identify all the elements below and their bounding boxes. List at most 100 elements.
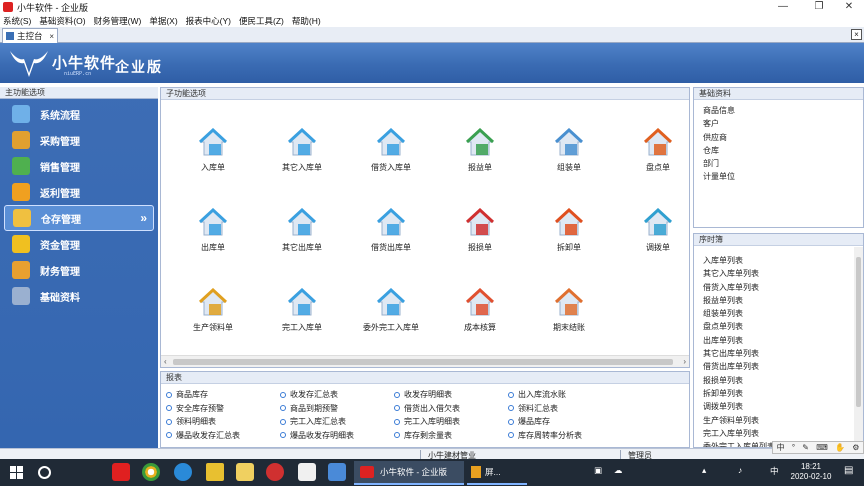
function-other-stock-in[interactable]: 其它入库单 <box>262 127 342 173</box>
tab-close-icon[interactable]: × <box>49 32 54 41</box>
journal-item[interactable]: 生产领料单列表 <box>703 414 863 427</box>
function-outsource-stock-in[interactable]: 委外完工入库单 <box>351 287 431 333</box>
vertical-scrollbar[interactable] <box>854 247 863 447</box>
journal-item[interactable]: 入库单列表 <box>703 254 863 267</box>
browser-app-icon[interactable] <box>266 463 284 481</box>
tray-app-icon[interactable]: ▣ <box>594 465 602 476</box>
function-period-close[interactable]: 期末结账 <box>529 287 609 333</box>
journal-item[interactable]: 出库单列表 <box>703 334 863 347</box>
basic-data-item[interactable]: 客户 <box>703 117 863 130</box>
notes-app-icon[interactable] <box>236 463 254 481</box>
report-link[interactable]: 安全库存预警 <box>166 403 224 414</box>
nav-item-flow[interactable]: 系统流程 <box>0 101 158 127</box>
pinned-app-icon[interactable] <box>112 463 130 481</box>
tab-main-console[interactable]: 主控台 × <box>2 28 58 43</box>
basic-data-item[interactable]: 供应商 <box>703 131 863 144</box>
nav-item-fund[interactable]: 资金管理 <box>0 231 158 257</box>
nav-item-purchase[interactable]: 采购管理 <box>0 127 158 153</box>
ime-punct-icon[interactable]: ° <box>792 443 795 452</box>
chrome-icon[interactable] <box>142 463 160 481</box>
report-link[interactable]: 商品库存 <box>166 389 208 400</box>
function-cost-accounting[interactable]: 成本核算 <box>440 287 520 333</box>
menu-documents[interactable]: 单据(X) <box>149 15 177 27</box>
restore-button[interactable]: ❐ <box>804 0 834 14</box>
function-stock-out[interactable]: 出库单 <box>173 207 253 253</box>
media-app-icon[interactable] <box>298 463 316 481</box>
journal-item[interactable]: 拆卸单列表 <box>703 387 863 400</box>
menu-finance[interactable]: 财务管理(W) <box>94 15 142 27</box>
report-link[interactable]: 领料明细表 <box>166 416 216 427</box>
tray-input-method[interactable]: 中 <box>770 465 779 477</box>
function-transfer[interactable]: 调拨单 <box>618 207 698 253</box>
taskbar-clock[interactable]: 18:21 2020-02-10 <box>786 462 836 482</box>
menu-tools[interactable]: 便民工具(Z) <box>239 15 284 27</box>
basic-data-item[interactable]: 商品信息 <box>703 104 863 117</box>
nav-item-sales[interactable]: 销售管理 <box>0 153 158 179</box>
folder-icon[interactable] <box>206 463 224 481</box>
nav-item-rebate[interactable]: 返利管理 <box>0 179 158 205</box>
minimize-button[interactable]: — <box>768 0 798 14</box>
report-link[interactable]: 商品到期预警 <box>280 403 338 414</box>
journal-item[interactable]: 报益单列表 <box>703 294 863 307</box>
windows-start-icon[interactable] <box>10 466 23 479</box>
journal-item[interactable]: 其它入库单列表 <box>703 267 863 280</box>
journal-item[interactable]: 借货出库单列表 <box>703 360 863 373</box>
function-stock-in[interactable]: 入库单 <box>173 127 253 173</box>
function-assembly[interactable]: 组装单 <box>529 127 609 173</box>
basic-data-item[interactable]: 计量单位 <box>703 170 863 183</box>
report-link[interactable]: 完工入库明细表 <box>394 416 460 427</box>
edge-icon[interactable] <box>174 463 192 481</box>
tray-notify-icon[interactable]: ▴ <box>702 465 706 476</box>
function-other-stock-out[interactable]: 其它出库单 <box>262 207 342 253</box>
close-all-tabs-button[interactable]: × <box>851 29 862 40</box>
nav-item-warehouse[interactable]: 仓存管理 » <box>4 205 154 231</box>
scroll-right-icon[interactable]: › <box>683 357 686 366</box>
report-link[interactable]: 爆品收发存汇总表 <box>166 430 240 441</box>
function-disassembly[interactable]: 拆卸单 <box>529 207 609 253</box>
report-link[interactable]: 库存周转率分析表 <box>508 430 582 441</box>
scroll-left-icon[interactable]: ‹ <box>164 357 167 366</box>
report-link[interactable]: 完工入库汇总表 <box>280 416 346 427</box>
function-gain-report[interactable]: 报益单 <box>440 127 520 173</box>
ime-hand-icon[interactable]: ✋ <box>835 443 845 452</box>
close-button[interactable]: ✕ <box>834 0 864 14</box>
mail-app-icon[interactable] <box>328 463 346 481</box>
horizontal-scrollbar[interactable]: ‹ › <box>161 355 689 367</box>
menu-system[interactable]: 系统(S) <box>3 15 31 27</box>
function-borrow-stock-in[interactable]: 借货入库单 <box>351 127 431 173</box>
search-icon[interactable] <box>38 466 51 479</box>
report-link[interactable]: 收发存明细表 <box>394 389 452 400</box>
notification-center-icon[interactable]: ▤ <box>844 465 853 476</box>
basic-data-item[interactable]: 仓库 <box>703 144 863 157</box>
ime-mode[interactable]: 中 <box>777 442 785 453</box>
journal-item[interactable]: 调拨单列表 <box>703 400 863 413</box>
ime-keyboard-icon[interactable]: ⌨ <box>816 443 828 452</box>
vertical-scroll-thumb[interactable] <box>856 257 861 407</box>
report-link[interactable]: 爆品收发存明细表 <box>280 430 354 441</box>
menu-help[interactable]: 帮助(H) <box>292 15 321 27</box>
function-borrow-stock-out[interactable]: 借货出库单 <box>351 207 431 253</box>
tray-cloud-icon[interactable]: ☁ <box>614 465 623 476</box>
function-inventory-count[interactable]: 盘点单 <box>618 127 698 173</box>
report-link[interactable]: 借货出入借欠表 <box>394 403 460 414</box>
function-loss-report[interactable]: 报损单 <box>440 207 520 253</box>
journal-item[interactable]: 报损单列表 <box>703 374 863 387</box>
basic-data-item[interactable]: 部门 <box>703 157 863 170</box>
ime-pen-icon[interactable]: ✎ <box>802 443 809 452</box>
menu-basic-data[interactable]: 基础资料(O) <box>39 15 85 27</box>
scroll-thumb[interactable] <box>173 359 673 365</box>
report-link[interactable]: 库存剩余量表 <box>394 430 452 441</box>
report-link[interactable]: 出入库流水账 <box>508 389 566 400</box>
ime-settings-icon[interactable]: ⚙ <box>852 443 859 452</box>
report-link[interactable]: 收发存汇总表 <box>280 389 338 400</box>
journal-item[interactable]: 其它出库单列表 <box>703 347 863 360</box>
function-material-requisition[interactable]: 生产领料单 <box>173 287 253 333</box>
journal-item[interactable]: 盘点单列表 <box>703 320 863 333</box>
nav-item-finance[interactable]: 财务管理 <box>0 257 158 283</box>
menu-reports[interactable]: 报表中心(Y) <box>186 15 231 27</box>
journal-item[interactable]: 组装单列表 <box>703 307 863 320</box>
journal-item[interactable]: 借货入库单列表 <box>703 281 863 294</box>
report-link[interactable]: 爆品库存 <box>508 416 550 427</box>
report-link[interactable]: 领料汇总表 <box>508 403 558 414</box>
taskbar-active-app[interactable]: 小牛软件 - 企业版 <box>354 461 464 485</box>
